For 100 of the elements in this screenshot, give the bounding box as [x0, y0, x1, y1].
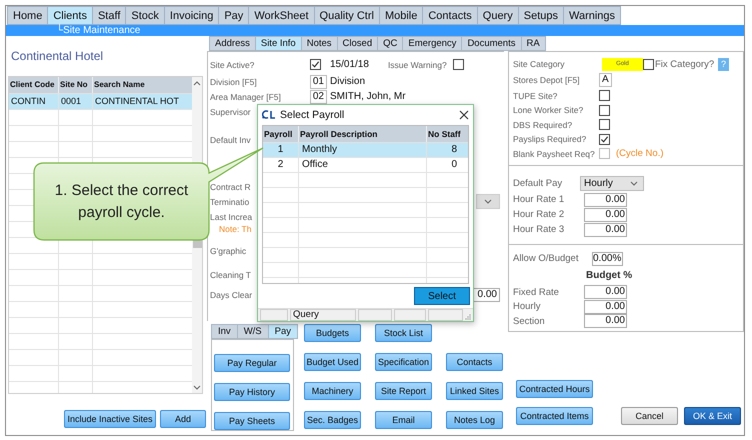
tab[interactable]: QC [378, 36, 404, 51]
menu-tab[interactable]: Mobile [380, 6, 424, 25]
action-button[interactable]: Budget Used [304, 353, 361, 371]
checkbox[interactable] [310, 59, 321, 70]
input-field[interactable]: 0.00% [592, 252, 623, 266]
hint-text: (Cycle No.) [616, 148, 664, 160]
table-cell: Office [299, 158, 427, 172]
field-label: Lone Worker Site? [513, 105, 584, 116]
field-label: Site Category [513, 59, 566, 70]
field-label: Default Pay [513, 178, 564, 189]
input-field[interactable]: 0.00 [584, 300, 627, 314]
select-button[interactable]: Select [414, 287, 470, 306]
tab[interactable]: Site Info [256, 36, 302, 51]
close-icon [459, 110, 469, 120]
app-logo-icon [262, 110, 276, 120]
checkbox[interactable] [599, 119, 610, 130]
tab[interactable]: Address [209, 36, 256, 51]
menu-tab[interactable]: Home [7, 6, 48, 25]
tab[interactable]: Closed [338, 36, 378, 51]
action-button[interactable]: Stock List [375, 324, 432, 342]
input-field[interactable]: 0.00 [584, 314, 627, 328]
field-value: SMITH, John, Mr [330, 91, 406, 102]
code-field[interactable]: 02 [310, 90, 327, 104]
tab[interactable]: Inv [211, 324, 238, 339]
table-row[interactable]: 2 Office 0 [263, 158, 468, 173]
field-label: Terminatio [210, 196, 250, 206]
action-button[interactable]: Pay History [214, 383, 290, 401]
dropdown[interactable]: Hourly [580, 176, 644, 191]
checkbox[interactable] [452, 59, 464, 70]
field-label: Fix Category? [655, 58, 714, 70]
code-field[interactable]: 01 [310, 74, 327, 88]
input-field[interactable]: 0.00 [584, 285, 627, 300]
input-field[interactable]: 0.00 [584, 208, 627, 222]
menu-tab[interactable]: Stock [126, 6, 165, 25]
tab[interactable]: RA [522, 36, 546, 51]
action-button[interactable]: Machinery [304, 382, 361, 400]
column-header: Site No [59, 77, 93, 93]
field-label: Hour Rate 3 [513, 224, 566, 235]
input-field[interactable]: 0.00 [584, 222, 627, 236]
menu-tab[interactable]: WorkSheet [249, 6, 315, 25]
action-button[interactable]: Contacts [446, 353, 503, 371]
action-button[interactable]: Cancel [621, 407, 678, 425]
field-label: Contract R [210, 182, 251, 192]
action-button[interactable]: Specification [375, 353, 432, 371]
tab[interactable]: Emergency [403, 36, 462, 51]
checkbox[interactable] [643, 58, 654, 70]
input-field[interactable]: A [599, 73, 612, 87]
field-label: Section [513, 316, 546, 327]
table-cell: 0 [427, 158, 468, 172]
action-button[interactable]: Budgets [304, 324, 361, 342]
checkbox[interactable] [599, 104, 610, 116]
tab[interactable]: Notes [302, 36, 338, 51]
action-button[interactable]: Contracted Items [516, 407, 593, 425]
field-label: TUPE Site? [513, 90, 558, 101]
field-label: Stores Depot [F5] [513, 75, 581, 85]
status-text: Query [290, 309, 356, 321]
action-button[interactable]: Sec. Badges [304, 411, 361, 429]
action-button[interactable]: Pay Regular [214, 354, 290, 372]
table-cell: Monthly [299, 142, 427, 157]
action-button[interactable]: Notes Log [446, 411, 503, 429]
field-label: Days Clear [210, 290, 252, 300]
field-label: Allow O/Budget [513, 253, 580, 264]
table-row[interactable]: CONTIN 0001 CONTINENTAL HOT [9, 94, 192, 110]
menu-tab[interactable]: Contacts [423, 6, 478, 25]
action-button[interactable]: Site Report [375, 382, 432, 400]
field-label: Fixed Rate [513, 286, 560, 298]
action-button[interactable]: Linked Sites [446, 382, 503, 400]
action-button[interactable]: Contracted Hours [516, 380, 593, 398]
field-label: Cleaning T [210, 270, 251, 280]
table-cell: 0001 [59, 94, 93, 109]
site-title: Continental Hotel [11, 49, 104, 63]
section-heading: Budget % [585, 269, 634, 283]
tab[interactable]: W/S [238, 324, 269, 339]
action-button[interactable]: Email [375, 411, 432, 429]
menu-tab[interactable]: Warnings [564, 6, 622, 25]
action-button[interactable]: Add [160, 410, 206, 428]
tab[interactable]: Documents [462, 36, 522, 51]
checkbox[interactable] [599, 90, 610, 102]
menu-tab[interactable]: Setups [518, 6, 564, 25]
input-field[interactable]: 0.00 [584, 192, 627, 206]
menu-tab[interactable]: Clients [48, 6, 93, 25]
menu-tab[interactable]: Query [478, 6, 519, 25]
column-header: Payroll Description [299, 126, 427, 142]
menu-tab[interactable]: Pay [219, 6, 250, 25]
field-label: Issue Warning? [388, 60, 447, 70]
menu-tab[interactable]: Invoicing [164, 6, 220, 25]
action-button[interactable]: Include Inactive Sites [64, 410, 156, 428]
field-label: Site Active? [210, 60, 256, 70]
table-row[interactable]: 1 Monthly 8 [263, 142, 468, 158]
menu-tab[interactable]: Quality Ctrl [314, 6, 380, 25]
chevron-down-icon [484, 199, 492, 204]
tab[interactable]: Pay [268, 324, 298, 339]
menu-tab[interactable]: Staff [92, 6, 126, 25]
field-label: Division [F5] [210, 76, 258, 86]
checkbox[interactable] [599, 134, 610, 145]
field-label: Hour Rate 2 [513, 209, 566, 220]
status-segment [260, 309, 288, 321]
action-button[interactable]: OK & Exit [684, 407, 741, 425]
action-button[interactable]: Pay Sheets [214, 412, 290, 430]
status-segment [428, 309, 463, 321]
